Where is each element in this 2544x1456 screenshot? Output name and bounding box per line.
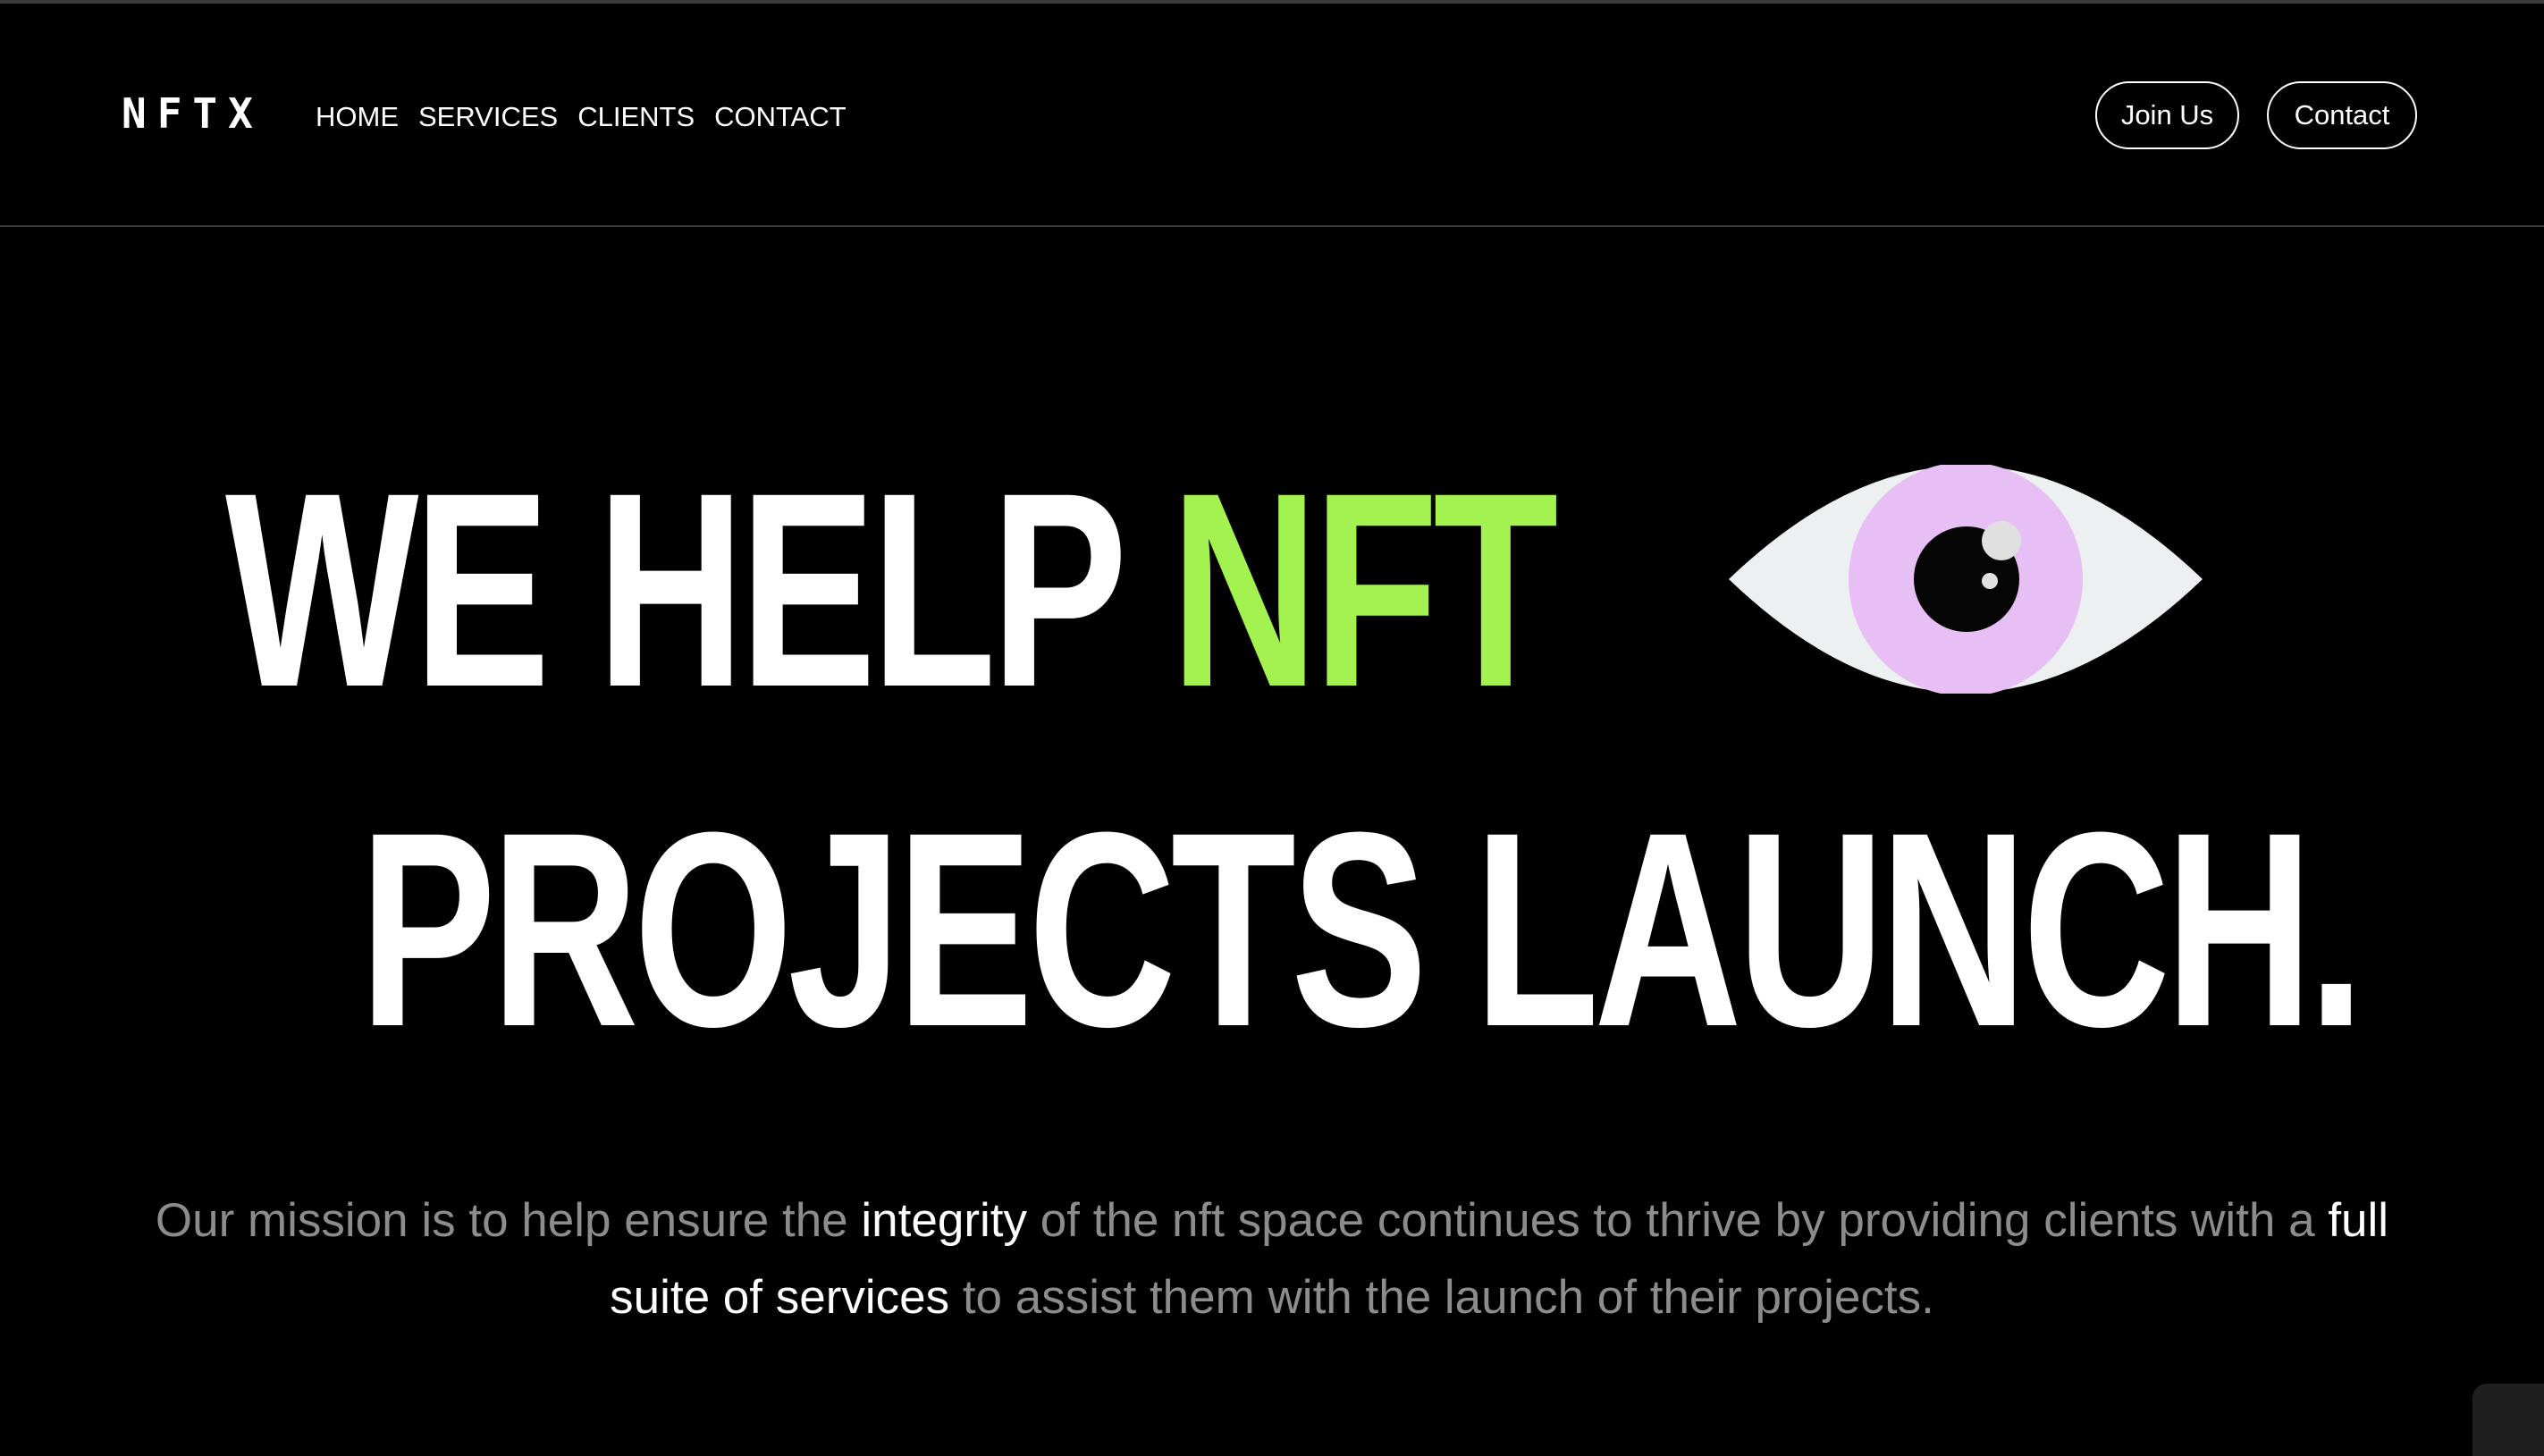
contact-button[interactable]: Contact	[2267, 81, 2417, 149]
mission-text-3: to assist them with the launch of their …	[949, 1271, 1934, 1324]
nav-services[interactable]: SERVICES	[418, 100, 558, 133]
site-header: NFTX HOME SERVICES CLIENTS CONTACT Join …	[0, 4, 2544, 227]
corner-widget[interactable]	[2472, 1384, 2544, 1456]
nav-contact[interactable]: CONTACT	[714, 100, 847, 133]
mission-text-1: Our mission is to help ensure the	[155, 1194, 862, 1247]
nav-clients[interactable]: CLIENTS	[577, 100, 695, 133]
mission-statement: Our mission is to help ensure the integr…	[134, 1182, 2410, 1336]
headline-accent-nft: NFT	[1170, 434, 1558, 745]
main-nav: HOME SERVICES CLIENTS CONTACT	[316, 100, 847, 133]
headline-text: WE HELP	[225, 434, 1171, 745]
hero-headline-line1: WE HELP NFT	[225, 451, 1558, 728]
nav-home[interactable]: HOME	[316, 100, 399, 133]
site-logo[interactable]: NFTX	[122, 93, 264, 134]
hero-headline-line2: PROJECTS LAUNCH.	[359, 774, 2365, 1084]
eye-icon	[1729, 465, 2203, 694]
mission-highlight-integrity: integrity	[861, 1194, 1027, 1247]
mission-text-2: of the nft space continues to thrive by …	[1026, 1194, 2329, 1247]
join-us-button[interactable]: Join Us	[2095, 81, 2239, 149]
